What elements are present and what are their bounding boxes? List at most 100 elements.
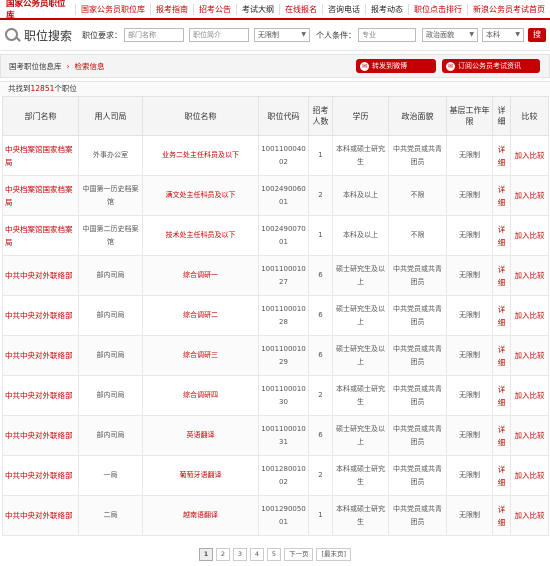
politics-select[interactable]: 政治面貌 ▼ — [422, 28, 479, 42]
col-header-politics: 政治面貌 — [388, 96, 447, 136]
top-nav: 国家公务员职位库 国家公务员职位库 报考指南 招考公告 考试大纲 在线报名 咨询… — [0, 0, 550, 21]
position-cell[interactable]: 综合调研四 — [142, 375, 259, 416]
bureau-cell: 中国第一历史档案馆 — [78, 175, 143, 216]
share-weibo-button[interactable]: ✉ 转发到微博 — [356, 59, 436, 73]
mail-icon: ✉ — [446, 61, 455, 71]
detail-link[interactable]: 详细 — [492, 455, 511, 496]
table-row: 中共中央对外联络部 二局 越南语翻译 100129005001 1 本科或硕士研究生 中共党… — [2, 495, 549, 536]
detail-link[interactable]: 详细 — [492, 375, 511, 416]
education-cell: 硕士研究生及以上 — [332, 255, 389, 296]
add-compare-link[interactable]: 加入比较 — [510, 455, 549, 496]
years-cell: 无限制 — [446, 455, 493, 496]
education-cell: 硕士研究生及以上 — [332, 295, 389, 336]
education-cell: 本科或硕士研究生 — [332, 375, 389, 416]
bureau-cell: 部内司局 — [78, 295, 143, 336]
next-page-link[interactable]: 下一页 — [283, 548, 314, 561]
col-header-compare: 比较 — [510, 96, 549, 136]
add-compare-link[interactable]: 加入比较 — [510, 215, 549, 256]
add-compare-link[interactable]: 加入比较 — [510, 255, 549, 296]
table-row: 中共中央对外联络部 部内司局 综合调研三 100110001029 6 硕士研究生及以上中… — [2, 335, 549, 376]
add-compare-link[interactable]: 加入比较 — [510, 135, 549, 176]
position-cell[interactable]: 葡萄牙语翻译 — [142, 455, 259, 496]
page-link-4[interactable]: 4 — [249, 548, 264, 561]
politics-cell: 中共党员或共青团员 — [388, 415, 447, 456]
position-input[interactable]: 职位简介 — [189, 28, 250, 42]
politics-cell: 中共党员或共青团员 — [388, 495, 447, 536]
detail-link[interactable]: 详细 — [492, 175, 511, 216]
breadcrumb-home[interactable]: 国考职位信息库 — [9, 62, 62, 71]
subscribe-button[interactable]: ✉ 订阅公务员考试资讯 — [442, 59, 540, 73]
last-page-link[interactable]: [最末页] — [316, 548, 352, 561]
dept-cell: 中央档案馆国家档案局 — [2, 215, 79, 256]
search-button[interactable]: 搜 — [528, 28, 547, 42]
add-compare-link[interactable]: 加入比较 — [510, 175, 549, 216]
detail-link[interactable]: 详细 — [492, 495, 511, 536]
breadcrumb-bar: 国考职位信息库 › 检索信息 ✉ 转发到微博 ✉ 订阅公务员考试资讯 — [0, 54, 550, 78]
major-input[interactable]: 专业 — [358, 28, 417, 42]
bureau-cell: 一局 — [78, 455, 143, 496]
detail-link[interactable]: 详细 — [492, 415, 511, 456]
chevron-down-icon: ▼ — [515, 31, 521, 38]
detail-link[interactable]: 详细 — [492, 215, 511, 256]
education-cell: 硕士研究生及以上 — [332, 335, 389, 376]
nav-link-4[interactable]: 在线报名 — [279, 3, 322, 15]
result-count-number: 12851 — [30, 84, 55, 93]
add-compare-link[interactable]: 加入比较 — [510, 495, 549, 536]
nav-link-2[interactable]: 招考公告 — [193, 3, 236, 15]
code-cell: 100110001030 — [258, 375, 309, 416]
politics-cell: 中共党员或共青团员 — [388, 135, 447, 176]
position-cell[interactable]: 综合调研二 — [142, 295, 259, 336]
years-cell: 无限制 — [446, 175, 493, 216]
detail-link[interactable]: 详细 — [492, 295, 511, 336]
add-compare-link[interactable]: 加入比较 — [510, 335, 549, 376]
position-cell[interactable]: 技术处主任科员及以下 — [142, 215, 259, 256]
table-row: 中共中央对外联络部 部内司局 综合调研四 100110001030 2 本科或硕士研究生中… — [2, 375, 549, 416]
position-cell[interactable]: 业务二处主任科员及以下 — [142, 135, 259, 176]
position-cell[interactable]: 英语翻译 — [142, 415, 259, 456]
count-cell: 2 — [308, 375, 333, 416]
count-cell: 2 — [308, 455, 333, 496]
position-cell[interactable]: 满文处主任科员及以下 — [142, 175, 259, 216]
page-link-1[interactable]: 1 — [198, 548, 213, 561]
nav-link-6[interactable]: 报考动态 — [365, 3, 408, 15]
count-cell: 6 — [308, 335, 333, 376]
page-link-2[interactable]: 2 — [215, 548, 230, 561]
limit-select-value: 无限制 — [258, 31, 280, 39]
site-brand[interactable]: 国家公务员职位库 — [6, 0, 69, 21]
page-link-5[interactable]: 5 — [266, 548, 281, 561]
nav-link-8[interactable]: 新浪公务员考试首页 — [467, 3, 550, 15]
nav-link-1[interactable]: 报考指南 — [150, 3, 193, 15]
table-row: 中共中央对外联络部 部内司局 英语翻译 100110001031 6 硕士研究生及以上 中共… — [2, 415, 549, 456]
nav-link-5[interactable]: 咨询电话 — [322, 3, 365, 15]
education-cell: 硕士研究生及以上 — [332, 415, 389, 456]
add-compare-link[interactable]: 加入比较 — [510, 415, 549, 456]
code-cell: 100110001031 — [258, 415, 309, 456]
dept-cell: 中共中央对外联络部 — [2, 375, 79, 416]
page-link-3[interactable]: 3 — [232, 548, 247, 561]
detail-link[interactable]: 详细 — [492, 135, 511, 176]
nav-link-7[interactable]: 职位点击排行 — [408, 3, 467, 15]
nav-link-3[interactable]: 考试大纲 — [236, 3, 279, 15]
detail-link[interactable]: 详细 — [492, 335, 511, 376]
chevron-down-icon: ▼ — [469, 31, 475, 38]
years-cell: 无限制 — [446, 255, 493, 296]
detail-link[interactable]: 详细 — [492, 255, 511, 296]
dept-cell: 中共中央对外联络部 — [2, 255, 79, 296]
position-cell[interactable]: 综合调研一 — [142, 255, 259, 296]
years-cell: 无限制 — [446, 375, 493, 416]
breadcrumb: 国考职位信息库 › 检索信息 — [9, 61, 105, 72]
nav-link-0[interactable]: 国家公务员职位库 — [75, 3, 150, 15]
table-row: 中共中央对外联络部 部内司局 综合调研二 100110001028 6 硕士研究生及以上中… — [2, 295, 549, 336]
politics-cell: 中共党员或共青团员 — [388, 455, 447, 496]
education-select[interactable]: 本科 ▼ — [482, 28, 525, 42]
position-cell[interactable]: 综合调研三 — [142, 335, 259, 376]
code-cell: 100249007001 — [258, 215, 309, 256]
dept-name-input[interactable]: 部门名称 — [124, 28, 185, 42]
search-bar: 职位搜索 职位要求： 部门名称 职位简介 无限制 ▼ 个人条件： 专业 政治面貌 ▼… — [0, 20, 550, 51]
add-compare-link[interactable]: 加入比较 — [510, 295, 549, 336]
bureau-cell: 中国第二历史档案馆 — [78, 215, 143, 256]
limit-select[interactable]: 无限制 ▼ — [254, 28, 311, 42]
years-cell: 无限制 — [446, 135, 493, 176]
position-cell[interactable]: 越南语翻译 — [142, 495, 259, 536]
add-compare-link[interactable]: 加入比较 — [510, 375, 549, 416]
